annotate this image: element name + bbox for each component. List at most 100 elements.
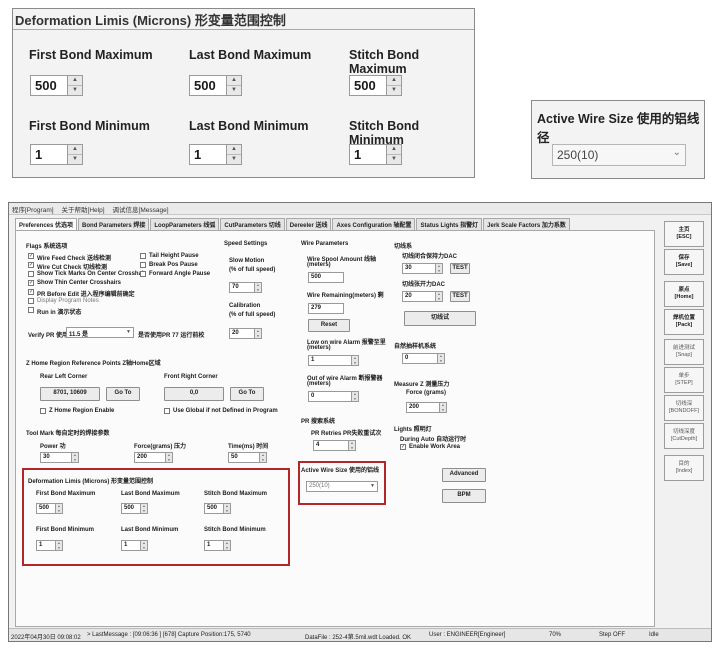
out-of-wire-alarm-value[interactable]: 0 xyxy=(308,391,352,402)
z-force-stepper[interactable]: 200 ▲ ▼ xyxy=(406,402,447,413)
chevron-down-icon[interactable]: ▼ xyxy=(141,546,147,551)
cut-dac1-value[interactable]: 30 xyxy=(402,263,436,274)
side-snap-button[interactable]: 前进测试 [Snap] xyxy=(664,339,704,365)
active-wire-size-dropdown[interactable]: 250(10) ⌄ xyxy=(552,144,686,166)
z-force-value[interactable]: 200 xyxy=(406,402,440,413)
first-bond-min-stepper[interactable]: 1 ▲ ▼ xyxy=(30,144,83,165)
side-index-button[interactable]: 目的 [Index] xyxy=(664,455,704,481)
menu-message[interactable]: 调试信息[Message] xyxy=(113,204,169,214)
cut-dac2-stepper[interactable]: 20 ▲ ▼ xyxy=(402,291,443,302)
menu-help[interactable]: 关于帮助[Help] xyxy=(62,204,105,214)
slow-motion-stepper[interactable]: 70 ▲ ▼ xyxy=(229,282,262,293)
deform-small-stitch-min-stepper[interactable]: 1 ▲ ▼ xyxy=(204,540,231,551)
cut-dac1-test-button[interactable]: TEST xyxy=(450,263,470,274)
front-right-goto-button[interactable]: Go To xyxy=(230,387,264,401)
z-home-enable-checkbox[interactable] xyxy=(40,408,46,414)
enable-work-area-checkbox[interactable]: ✓ xyxy=(400,444,406,450)
chevron-down-icon[interactable]: ▼ xyxy=(438,359,444,364)
verify-pr-dropdown[interactable]: 11.5 是 ▼ xyxy=(66,327,134,338)
chevron-down-icon[interactable]: ▼ xyxy=(255,288,261,293)
side-origin-button[interactable]: 原点 [Home] xyxy=(664,281,704,307)
wire-feed-check-checkbox[interactable]: ✓ xyxy=(28,253,34,259)
last-bond-min-value[interactable]: 1 xyxy=(189,144,227,165)
chevron-down-icon[interactable]: ▼ xyxy=(440,408,446,413)
auto-sampling-stepper[interactable]: 0 ▲ ▼ xyxy=(402,353,445,364)
tick-marks-checkbox[interactable] xyxy=(28,271,34,277)
first-bond-min-value[interactable]: 1 xyxy=(30,144,68,165)
tab-cut-parameters[interactable]: CutParameters 切线 xyxy=(220,218,285,230)
forward-angle-pause-checkbox[interactable] xyxy=(140,271,146,277)
chevron-down-icon[interactable]: ▼ xyxy=(68,86,82,95)
chevron-down-icon[interactable]: ▼ xyxy=(68,155,82,164)
chevron-up-icon[interactable]: ▲ xyxy=(227,76,241,86)
tab-dereeler[interactable]: Dereeler 送线 xyxy=(285,218,332,230)
chevron-down-icon[interactable]: ⌄ xyxy=(673,147,681,158)
wire-spool-input[interactable]: 500 xyxy=(308,272,344,283)
cut-dac2-value[interactable]: 20 xyxy=(402,291,436,302)
front-right-coords[interactable]: 0,0 xyxy=(164,387,224,401)
tool-mark-time-value[interactable]: 50 xyxy=(228,452,260,463)
chevron-down-icon[interactable]: ▼ xyxy=(224,546,230,551)
slow-motion-value[interactable]: 70 xyxy=(229,282,255,293)
deform-small-last-min-stepper[interactable]: 1 ▲ ▼ xyxy=(121,540,148,551)
stitch-bond-max-value[interactable]: 500 xyxy=(349,75,387,96)
wire-cut-check-checkbox[interactable]: ✓ xyxy=(28,262,34,268)
side-save-button[interactable]: 保存 [Save] xyxy=(664,249,704,275)
side-step-button[interactable]: 单步 [STEP] xyxy=(664,367,704,393)
tab-status-lights[interactable]: Status Lights 指警灯 xyxy=(416,218,483,230)
deform-small-last-min-value[interactable]: 1 xyxy=(121,540,141,551)
cut-dac2-test-button[interactable]: TEST xyxy=(450,291,470,302)
reset-button[interactable]: Reset xyxy=(308,319,350,332)
first-bond-max-stepper[interactable]: 500 ▲ ▼ xyxy=(30,75,83,96)
chevron-up-icon[interactable]: ▲ xyxy=(387,76,401,86)
chevron-down-icon[interactable]: ▼ xyxy=(349,446,355,451)
chevron-down-icon[interactable]: ▼ xyxy=(224,509,230,514)
thin-crosshairs-checkbox[interactable]: ✓ xyxy=(28,280,34,286)
out-of-wire-alarm-stepper[interactable]: 0 ▲ ▼ xyxy=(308,391,359,402)
pr-retries-stepper[interactable]: 4 ▲ ▼ xyxy=(313,440,356,451)
chevron-down-icon[interactable]: ▼ xyxy=(227,86,241,95)
tab-preferences[interactable]: Preferences 优选项 xyxy=(15,218,78,230)
tool-mark-force-stepper[interactable]: 200 ▲ ▼ xyxy=(134,452,173,463)
deform-small-stitch-max-value[interactable]: 500 xyxy=(204,503,224,514)
chevron-up-icon[interactable]: ▲ xyxy=(68,145,82,155)
tab-loop-parameters[interactable]: LoopParameters 线弧 xyxy=(150,218,220,230)
chevron-down-icon[interactable]: ▼ xyxy=(72,458,78,463)
low-wire-alarm-value[interactable]: 1 xyxy=(308,355,352,366)
tool-mark-power-value[interactable]: 30 xyxy=(40,452,72,463)
last-bond-max-stepper[interactable]: 500 ▲ ▼ xyxy=(189,75,242,96)
chevron-down-icon[interactable]: ▼ xyxy=(255,334,261,339)
side-cutdepth-button[interactable]: 切线深度 [CutDepth] xyxy=(664,423,704,449)
stitch-bond-min-stepper[interactable]: 1 ▲ ▼ xyxy=(349,144,402,165)
deform-small-stitch-max-stepper[interactable]: 500 ▲ ▼ xyxy=(204,503,231,514)
chevron-down-icon[interactable]: ▼ xyxy=(436,269,442,274)
side-bondoff-button[interactable]: 切线深 [BONDOFF] xyxy=(664,395,704,421)
deform-small-first-min-value[interactable]: 1 xyxy=(36,540,56,551)
deform-small-last-max-value[interactable]: 500 xyxy=(121,503,141,514)
pr-before-edit-checkbox[interactable]: ✓ xyxy=(28,289,34,295)
demo-mode-checkbox[interactable] xyxy=(28,307,34,313)
tab-bond-parameters[interactable]: Bond Parameters 焊接 xyxy=(78,218,150,230)
tab-axes-configuration[interactable]: Axes Configuration 轴配置 xyxy=(332,218,416,230)
calibration-stepper[interactable]: 20 ▲ ▼ xyxy=(229,328,262,339)
tool-mark-time-stepper[interactable]: 50 ▲ ▼ xyxy=(228,452,267,463)
pr-retries-value[interactable]: 4 xyxy=(313,440,349,451)
chevron-down-icon[interactable]: ▼ xyxy=(56,509,62,514)
chevron-down-icon[interactable]: ▼ xyxy=(436,297,442,302)
deform-small-first-max-stepper[interactable]: 500 ▲ ▼ xyxy=(36,503,63,514)
chevron-down-icon[interactable]: ▼ xyxy=(56,546,62,551)
tool-mark-force-value[interactable]: 200 xyxy=(134,452,166,463)
last-bond-max-value[interactable]: 500 xyxy=(189,75,227,96)
chevron-up-icon[interactable]: ▲ xyxy=(227,145,241,155)
break-pos-pause-checkbox[interactable] xyxy=(140,262,146,268)
chevron-down-icon[interactable]: ▼ xyxy=(352,361,358,366)
chevron-down-icon[interactable]: ▼ xyxy=(141,509,147,514)
chevron-down-icon[interactable]: ▼ xyxy=(166,458,172,463)
chevron-up-icon[interactable]: ▲ xyxy=(68,76,82,86)
stitch-bond-min-value[interactable]: 1 xyxy=(349,144,387,165)
use-global-checkbox[interactable] xyxy=(164,408,170,414)
tail-height-pause-checkbox[interactable] xyxy=(140,253,146,259)
tab-jerk-scale-factors[interactable]: Jerk Scale Factors 加力系数 xyxy=(483,218,570,230)
first-bond-max-value[interactable]: 500 xyxy=(30,75,68,96)
auto-sampling-value[interactable]: 0 xyxy=(402,353,438,364)
